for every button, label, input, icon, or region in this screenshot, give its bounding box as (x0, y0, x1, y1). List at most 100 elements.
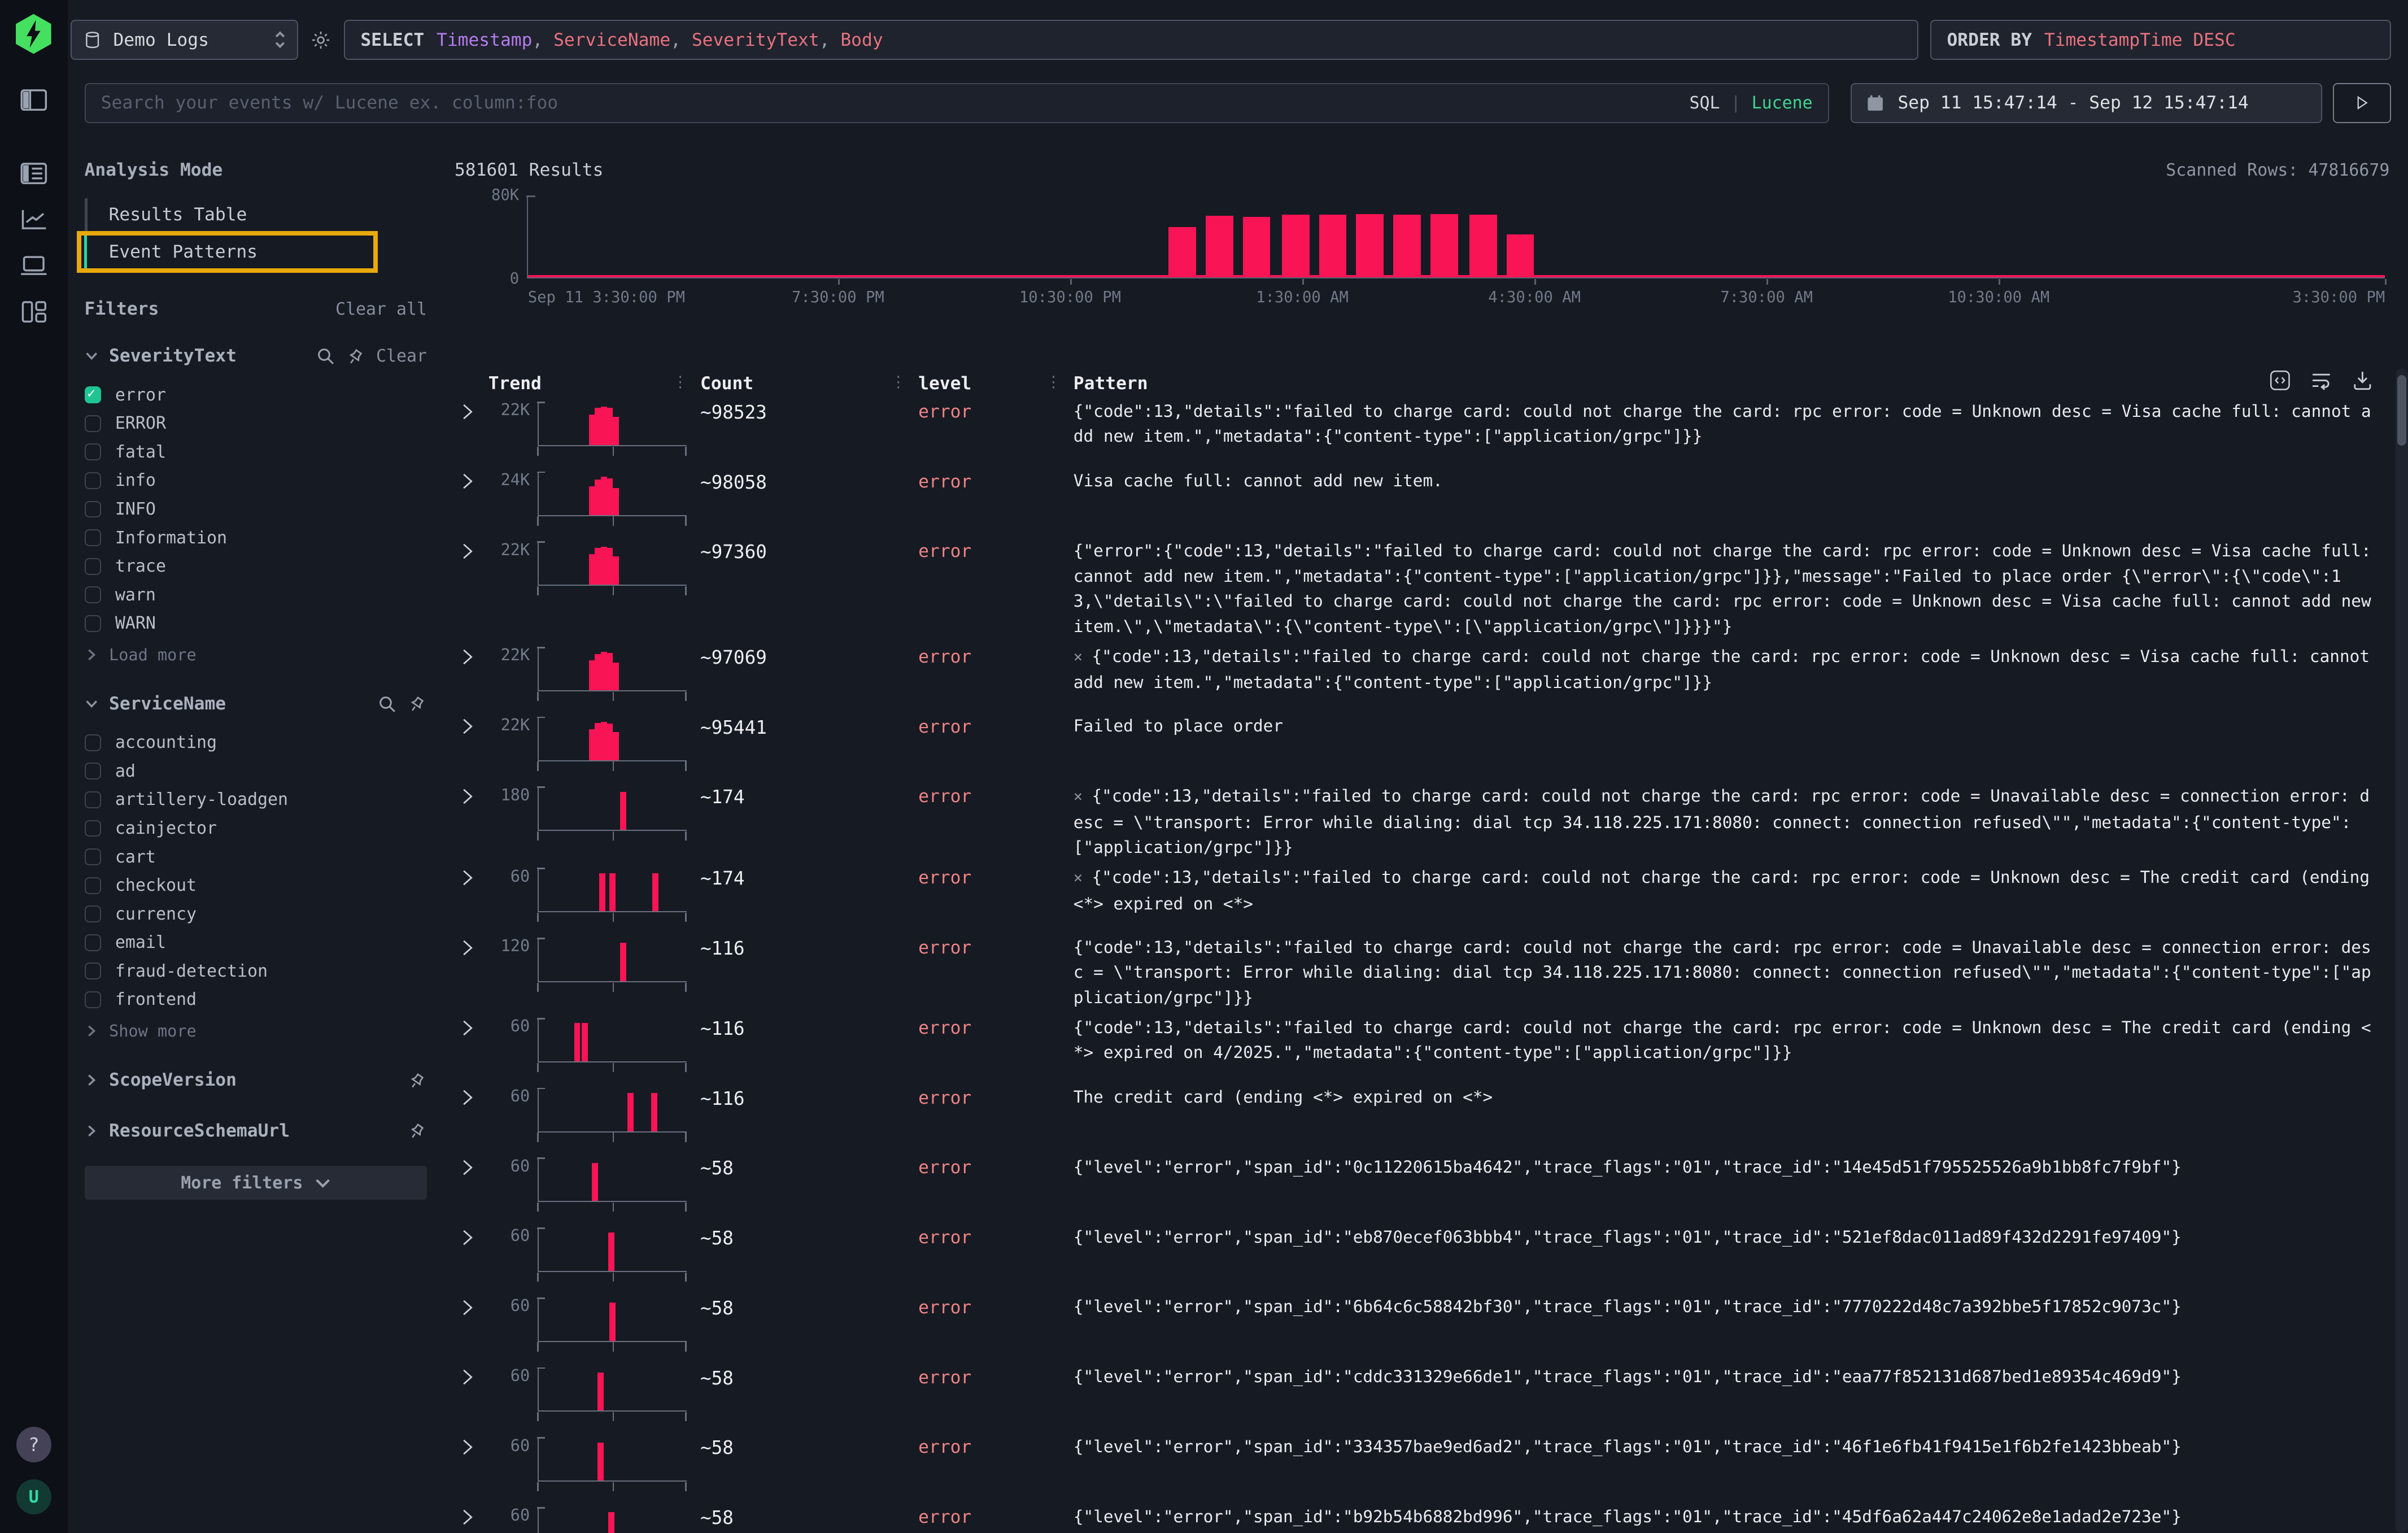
filter-checkbox-ERROR[interactable]: ERROR (85, 409, 427, 438)
pattern-cell[interactable]: ×{"code":13,"details":"failed to charge … (1074, 644, 2390, 709)
pattern-cell[interactable]: {"code":13,"details":"failed to charge c… (1074, 399, 2390, 464)
filter-checkbox-cainjector[interactable]: cainjector (85, 814, 427, 843)
search-input[interactable] (101, 93, 1690, 113)
vertical-scrollbar[interactable] (2396, 369, 2408, 1533)
filter-checkbox-info[interactable]: info (85, 467, 427, 495)
row-expand-chevron[interactable] (455, 1085, 488, 1150)
pattern-cell[interactable]: Failed to place order (1074, 713, 2390, 779)
row-expand-chevron[interactable] (455, 1364, 488, 1430)
run-query-button[interactable] (2333, 83, 2391, 123)
row-expand-chevron[interactable] (455, 783, 488, 860)
view-code-button[interactable] (2269, 369, 2292, 392)
row-expand-chevron[interactable] (455, 1294, 488, 1360)
chevron-right-icon[interactable] (85, 648, 98, 661)
filter-group-name[interactable]: ResourceSchemaUrl (109, 1121, 290, 1141)
filter-checkbox-WARN[interactable]: WARN (85, 609, 427, 638)
chevron-right-icon[interactable] (85, 1024, 98, 1038)
filter-checkbox-ad[interactable]: ad (85, 757, 427, 786)
row-expand-chevron[interactable] (455, 644, 488, 709)
pattern-cell[interactable]: The credit card (ending <*> expired on <… (1074, 1085, 2390, 1150)
pattern-row[interactable]: 60~58error{"level":"error","span_id":"b9… (455, 1499, 2389, 1533)
pattern-row[interactable]: 60~58error{"level":"error","span_id":"cd… (455, 1360, 2389, 1430)
filter-group-name[interactable]: ServiceName (109, 694, 226, 714)
checkbox-unchecked[interactable] (85, 848, 102, 865)
clear-filter-button[interactable]: Clear (376, 346, 427, 366)
dismiss-x-icon[interactable]: × (1074, 869, 1083, 887)
column-header-count[interactable]: Count⋮ (700, 373, 918, 394)
filter-checkbox-frontend[interactable]: frontend (85, 986, 427, 1014)
filter-checkbox-trace[interactable]: trace (85, 552, 427, 581)
column-header-pattern[interactable]: Pattern (1074, 373, 2390, 394)
checkbox-unchecked[interactable] (85, 934, 102, 951)
filter-checkbox-cart[interactable]: cart (85, 843, 427, 872)
checkbox-unchecked[interactable] (85, 877, 102, 894)
row-expand-chevron[interactable] (455, 935, 488, 1011)
nav-dashboards-icon[interactable] (12, 292, 55, 332)
column-resize-handle[interactable]: ⋮ (673, 373, 688, 391)
chevron-down-icon[interactable] (85, 697, 98, 711)
histogram-bar[interactable] (1243, 217, 1271, 277)
pattern-cell[interactable]: {"level":"error","span_id":"334357bae9ed… (1074, 1434, 2390, 1500)
scrollbar-thumb[interactable] (2397, 375, 2406, 446)
pin-icon[interactable] (407, 694, 427, 713)
clear-all-button[interactable]: Clear all (335, 299, 427, 319)
column-resize-handle[interactable]: ⋮ (1046, 373, 1061, 391)
show-more-link[interactable]: Load more (85, 642, 427, 667)
checkbox-unchecked[interactable] (85, 558, 102, 575)
filter-checkbox-accounting[interactable]: accounting (85, 728, 427, 757)
pattern-cell[interactable]: {"level":"error","span_id":"cddc331329e6… (1074, 1364, 2390, 1430)
help-button[interactable]: ? (16, 1427, 52, 1462)
show-more-link[interactable]: Show more (85, 1018, 427, 1043)
order-by-input[interactable]: ORDER BY TimestampTime DESC (1930, 20, 2391, 60)
pattern-row[interactable]: 22K~95441errorFailed to place order (455, 709, 2389, 779)
column-header-level[interactable]: level⋮ (918, 373, 1074, 394)
row-expand-chevron[interactable] (455, 865, 488, 930)
date-range-picker[interactable]: Sep 11 15:47:14 - Sep 12 15:47:14 (1851, 83, 2322, 123)
filter-checkbox-checkout[interactable]: checkout (85, 871, 427, 900)
pattern-cell[interactable]: {"level":"error","span_id":"eb870ecef063… (1074, 1225, 2390, 1290)
row-expand-chevron[interactable] (455, 1504, 488, 1533)
pattern-cell[interactable]: ×{"code":13,"details":"failed to charge … (1074, 783, 2390, 860)
nav-logs-icon[interactable] (12, 154, 55, 194)
histogram-bar[interactable] (1319, 215, 1347, 277)
pin-icon[interactable] (346, 346, 365, 366)
filter-checkbox-warn[interactable]: warn (85, 581, 427, 609)
histogram-bar[interactable] (1282, 215, 1310, 277)
row-expand-chevron[interactable] (455, 468, 488, 534)
checkbox-unchecked[interactable] (85, 763, 102, 779)
chevron-down-icon[interactable] (85, 349, 98, 363)
checkbox-unchecked[interactable] (85, 529, 102, 546)
row-expand-chevron[interactable] (455, 1015, 488, 1081)
pattern-row[interactable]: 60~58error{"level":"error","span_id":"6b… (455, 1290, 2389, 1360)
histogram-bar[interactable] (1393, 215, 1421, 277)
select-query-input[interactable]: SELECT Timestamp, ServiceName, SeverityT… (344, 20, 1918, 60)
chevron-right-icon[interactable] (85, 1073, 98, 1087)
histogram-bar[interactable] (1469, 215, 1497, 277)
more-filters-button[interactable]: More filters (85, 1166, 427, 1200)
checkbox-unchecked[interactable] (85, 963, 102, 979)
checkbox-unchecked[interactable] (85, 991, 102, 1008)
pattern-cell[interactable]: {"level":"error","span_id":"0c11220615ba… (1074, 1155, 2390, 1220)
checkbox-unchecked[interactable] (85, 586, 102, 603)
filter-checkbox-INFO[interactable]: INFO (85, 495, 427, 524)
row-expand-chevron[interactable] (455, 713, 488, 779)
column-header-trend[interactable]: Trend⋮ (488, 373, 700, 394)
filter-group-name[interactable]: ScopeVersion (109, 1070, 237, 1090)
row-expand-chevron[interactable] (455, 399, 488, 464)
download-button[interactable] (2351, 369, 2374, 392)
checkbox-unchecked[interactable] (85, 820, 102, 837)
checkbox-unchecked[interactable] (85, 615, 102, 632)
checkbox-unchecked[interactable] (85, 501, 102, 518)
analysis-mode-event-patterns[interactable]: Event Patterns (84, 236, 373, 268)
dismiss-x-icon[interactable]: × (1074, 788, 1083, 805)
toggle-sql[interactable]: SQL (1690, 93, 1720, 113)
pattern-row[interactable]: 60~58error{"level":"error","span_id":"33… (455, 1430, 2389, 1500)
pattern-row[interactable]: 180~174error×{"code":13,"details":"faile… (455, 779, 2389, 860)
row-expand-chevron[interactable] (455, 1155, 488, 1220)
checkbox-unchecked[interactable] (85, 415, 102, 432)
filter-checkbox-artillery-loadgen[interactable]: artillery-loadgen (85, 786, 427, 815)
filter-checkbox-error[interactable]: error (85, 381, 427, 410)
source-settings-button[interactable] (298, 20, 344, 60)
pattern-row[interactable]: 60~58error{"level":"error","span_id":"0c… (455, 1150, 2389, 1220)
pattern-cell[interactable]: {"code":13,"details":"failed to charge c… (1074, 935, 2390, 1011)
